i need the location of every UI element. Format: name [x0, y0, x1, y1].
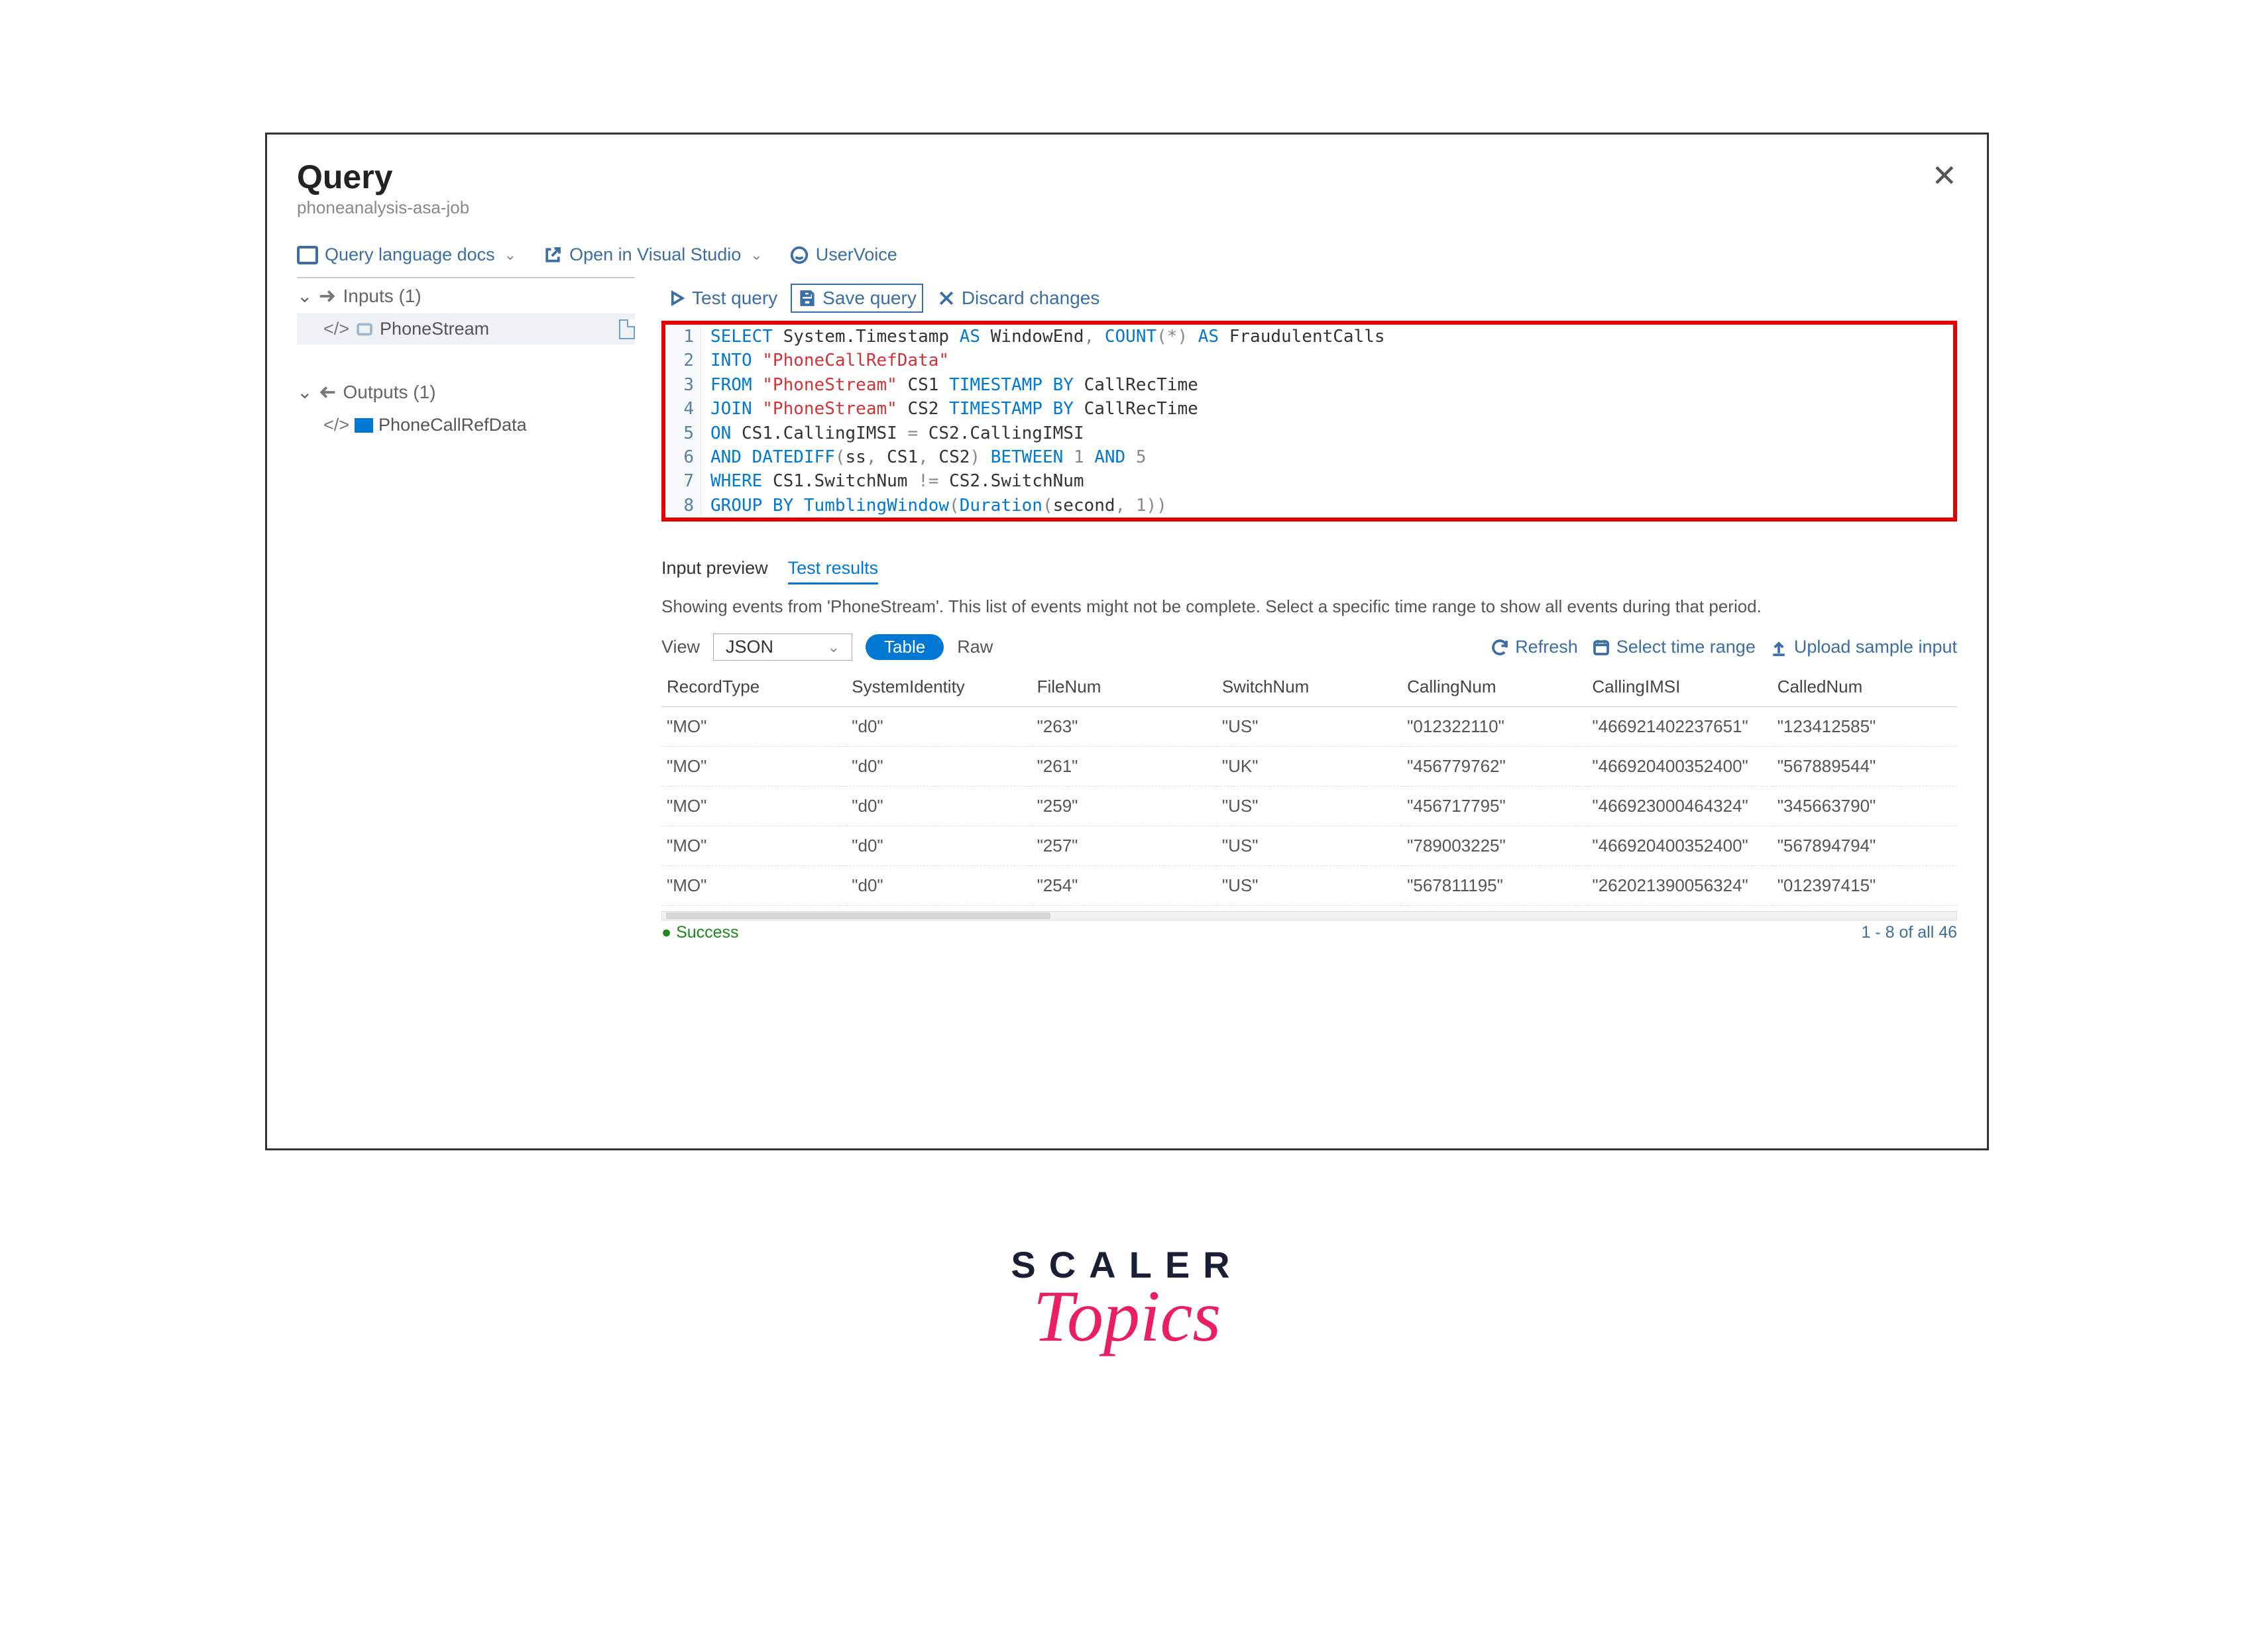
uservoice-link[interactable]: UserVoice [789, 245, 897, 265]
upload-icon [1769, 637, 1789, 657]
topbar: Query language docs ⌄ Open in Visual Stu… [297, 245, 1957, 265]
upload-sample-button[interactable]: Upload sample input [1769, 637, 1957, 657]
tab-test-results[interactable]: Test results [788, 558, 879, 584]
sql-editor[interactable]: 1SELECT System.Timestamp AS WindowEnd, C… [661, 321, 1957, 522]
smile-icon [789, 245, 809, 265]
raw-toggle[interactable]: Raw [957, 637, 993, 657]
table-row[interactable]: "MO""d0""259""US""456717795""46692300046… [661, 787, 1957, 826]
open-vs-link[interactable]: Open in Visual Studio ⌄ [543, 245, 763, 265]
inputs-group[interactable]: ⌄ Inputs (1) [297, 278, 635, 313]
eventhub-icon [355, 319, 374, 339]
calendar-icon [1591, 637, 1611, 657]
status-text: Success [676, 923, 738, 942]
column-header[interactable]: FileNum [1032, 667, 1217, 707]
table-toggle[interactable]: Table [866, 634, 944, 660]
save-query-button[interactable]: Save query [791, 284, 923, 313]
chevron-down-icon: ⌄ [297, 285, 312, 307]
outputs-group[interactable]: ⌄ Outputs (1) [297, 374, 635, 410]
column-header[interactable]: SwitchNum [1217, 667, 1402, 707]
sidebar-item-phonecallrefdata[interactable]: </> PhoneCallRefData [297, 410, 635, 441]
results-table-wrap: RecordTypeSystemIdentityFileNumSwitchNum… [661, 667, 1957, 942]
tab-input-preview[interactable]: Input preview [661, 558, 768, 584]
chevron-down-icon: ⌄ [750, 247, 762, 264]
preview-tabs: Input preview Test results [661, 558, 1957, 584]
docs-icon [297, 246, 318, 264]
discard-changes-button[interactable]: Discard changes [931, 285, 1105, 311]
select-time-range-button[interactable]: Select time range [1591, 637, 1756, 657]
save-icon [797, 288, 817, 308]
content: Test query Save query Discard changes 1S… [635, 277, 1957, 942]
scaler-logo: SCALER Topics [265, 1243, 1989, 1358]
input-icon [317, 286, 337, 306]
column-header[interactable]: SystemIdentity [846, 667, 1031, 707]
chevron-down-icon: ⌄ [504, 247, 516, 264]
document-icon[interactable] [619, 319, 635, 339]
chevron-down-icon: ⌄ [828, 639, 840, 656]
scroll-thumb[interactable] [666, 912, 1050, 919]
view-bar: View JSON ⌄ Table Raw Refresh Select tim [661, 633, 1957, 661]
sidebar-item-phonestream[interactable]: </> PhoneStream [297, 313, 635, 345]
app-window: Query phoneanalysis-asa-job ✕ Query lang… [265, 133, 1989, 1150]
table-row[interactable]: "MO""d0""254""US""567811195""26202139005… [661, 866, 1957, 906]
results-table: RecordTypeSystemIdentityFileNumSwitchNum… [661, 667, 1957, 906]
sidebar: ⌄ Inputs (1) </> PhoneStream ⌄ Outputs (… [297, 277, 635, 942]
storage-icon [355, 418, 373, 433]
close-icon[interactable]: ✕ [1931, 158, 1957, 193]
table-row[interactable]: "MO""d0""257""US""789003225""46692040035… [661, 826, 1957, 866]
pagination-text: 1 - 8 of all 46 [1861, 923, 1957, 942]
logo-text-bottom: Topics [265, 1274, 1989, 1358]
table-row[interactable]: "MO""d0""261""UK""456779762""46692040035… [661, 747, 1957, 787]
header: Query phoneanalysis-asa-job ✕ [297, 158, 1957, 218]
column-header[interactable]: CallingNum [1402, 667, 1587, 707]
code-icon: </> [323, 319, 349, 339]
column-header[interactable]: CalledNum [1772, 667, 1957, 707]
external-link-icon [543, 245, 563, 265]
preview-note: Showing events from 'PhoneStream'. This … [661, 596, 1957, 617]
play-icon [667, 288, 687, 308]
page-title: Query [297, 158, 469, 196]
output-icon [317, 382, 337, 402]
view-select[interactable]: JSON ⌄ [713, 633, 852, 661]
view-label: View [661, 637, 700, 657]
refresh-icon [1490, 637, 1510, 657]
query-actions: Test query Save query Discard changes [661, 277, 1957, 321]
job-name: phoneanalysis-asa-job [297, 197, 469, 218]
code-icon: </> [323, 415, 349, 435]
column-header[interactable]: CallingIMSI [1587, 667, 1772, 707]
table-row[interactable]: "MO""d0""263""US""012322110""46692140223… [661, 707, 1957, 747]
x-icon [936, 288, 956, 308]
test-query-button[interactable]: Test query [661, 285, 783, 311]
query-docs-link[interactable]: Query language docs ⌄ [297, 245, 516, 265]
refresh-button[interactable]: Refresh [1490, 637, 1578, 657]
column-header[interactable]: RecordType [661, 667, 846, 707]
horizontal-scrollbar[interactable] [661, 911, 1957, 920]
chevron-down-icon: ⌄ [297, 381, 312, 403]
